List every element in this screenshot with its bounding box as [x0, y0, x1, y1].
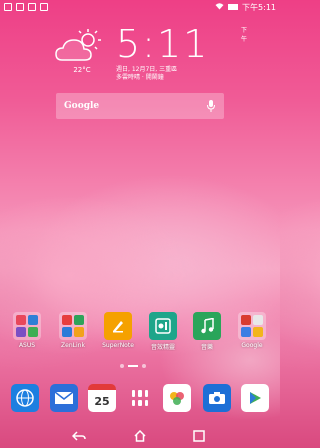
clock-time: 5:11 [116, 22, 210, 66]
page-dot [142, 364, 146, 368]
partly-cloudy-icon [55, 29, 101, 61]
wifi-icon [215, 2, 224, 12]
status-time: 下午5:11 [242, 2, 276, 12]
weather-summary: 多雲時晴 · 開鬧鐘 [116, 74, 164, 81]
email-icon[interactable] [50, 384, 78, 412]
gallery-icon[interactable] [163, 384, 191, 412]
download-notification-icon [40, 3, 48, 11]
app-supernote[interactable]: SuperNote [97, 312, 139, 349]
battery-icon [228, 4, 239, 10]
supernote-icon [104, 312, 132, 340]
folder-icon [238, 312, 266, 340]
app-music[interactable]: 音樂 [186, 312, 228, 351]
audio-wizard-icon [149, 312, 177, 340]
play-store-icon[interactable] [241, 384, 269, 412]
clock-date: 週日, 12月7日, 三重區 [116, 66, 178, 73]
back-icon[interactable] [72, 430, 86, 442]
app-label: 音樂 [200, 344, 213, 351]
app-label: ZenLink [61, 342, 85, 349]
app-label: ASUS [18, 342, 36, 349]
mail-notification-icon [16, 3, 24, 11]
folder-icon [13, 312, 41, 340]
google-search-label: Google [64, 101, 100, 111]
music-icon [193, 312, 221, 340]
clock-ampm: 下午 [241, 27, 248, 43]
warning-notification-icon [28, 3, 36, 11]
page-dot [120, 364, 124, 368]
camera-icon[interactable] [203, 384, 231, 412]
app-label: SuperNote [102, 342, 134, 349]
status-bar: 下午5:11 [0, 0, 280, 14]
app-google-folder[interactable]: Google [231, 312, 273, 349]
app-zenlink-folder[interactable]: ZenLink [52, 312, 94, 349]
app-audio-wizard[interactable]: 音效精靈 [142, 312, 184, 351]
photo-notification-icon [4, 3, 12, 11]
page-indicator [120, 364, 146, 368]
browser-icon[interactable] [11, 384, 39, 412]
page-dot-current [128, 365, 138, 367]
temperature-label: 22°C [73, 66, 91, 74]
navigation-bar [0, 426, 280, 448]
calendar-day: 25 [94, 394, 110, 408]
folder-icon [59, 312, 87, 340]
clock-weather-widget[interactable]: 22°C 5:11 下午 週日, 12月7日, 三重區 多雲時晴 · 開鬧鐘 [52, 22, 252, 82]
google-search-bar[interactable]: Google [56, 93, 224, 119]
home-icon[interactable] [133, 430, 147, 442]
app-label: Google [241, 342, 263, 349]
app-asus-folder[interactable]: ASUS [6, 312, 48, 349]
status-left-icons [4, 3, 48, 11]
all-apps-icon[interactable] [126, 384, 154, 412]
status-right-icons: 下午5:11 [215, 2, 276, 13]
recent-apps-icon[interactable] [192, 430, 206, 442]
calendar-icon[interactable]: 25 [88, 384, 116, 412]
app-label: 音效精靈 [150, 344, 175, 351]
microphone-icon[interactable] [206, 100, 216, 112]
